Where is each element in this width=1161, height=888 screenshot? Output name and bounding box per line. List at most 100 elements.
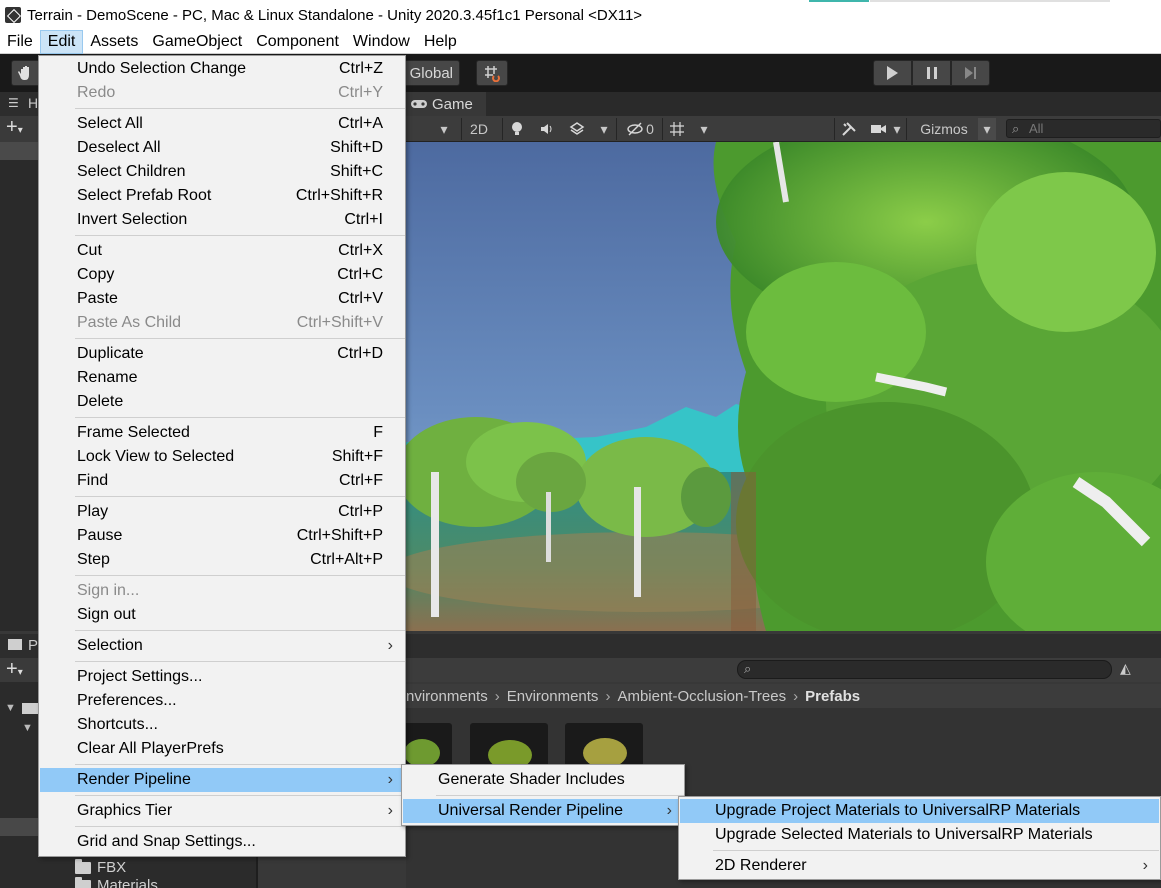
menu-item-duplicate[interactable]: Duplicate Ctrl+D bbox=[40, 342, 404, 366]
unity-logo-icon bbox=[5, 7, 21, 23]
menu-item-2d-renderer[interactable]: 2D Renderer › bbox=[680, 854, 1159, 878]
menu-item-select-children[interactable]: Select Children Shift+C bbox=[40, 160, 404, 184]
menu-separator bbox=[713, 850, 1159, 851]
menu-item-cut[interactable]: Cut Ctrl+X bbox=[40, 239, 404, 263]
grid-toggle[interactable] bbox=[666, 118, 688, 140]
menu-help[interactable]: Help bbox=[417, 30, 464, 54]
menu-item-frame-selected[interactable]: Frame Selected F bbox=[40, 421, 404, 445]
hierarchy-tab[interactable]: ☰ H bbox=[0, 92, 40, 116]
submenu-arrow-icon: › bbox=[666, 802, 672, 819]
game-viewport[interactable] bbox=[406, 142, 1161, 631]
urp-submenu: Upgrade Project Materials to UniversalRP… bbox=[678, 796, 1161, 880]
menu-window[interactable]: Window bbox=[346, 30, 417, 54]
menu-item-select-all[interactable]: Select All Ctrl+A bbox=[40, 112, 404, 136]
submenu-arrow-icon: › bbox=[1142, 857, 1148, 874]
folder-item-fbx[interactable]: FBX bbox=[75, 858, 127, 876]
pause-button[interactable] bbox=[912, 60, 951, 86]
audio-toggle[interactable] bbox=[536, 118, 558, 140]
2d-mode-toggle[interactable]: 2D bbox=[464, 118, 494, 140]
pivot-global-toggle[interactable]: Global bbox=[400, 60, 460, 86]
folder-label: FBX bbox=[97, 859, 127, 876]
menu-separator bbox=[75, 417, 405, 418]
menu-item-generate-shader-includes[interactable]: Generate Shader Includes bbox=[403, 768, 683, 792]
folder-tab-icon bbox=[8, 639, 22, 650]
gizmos-toggle[interactable]: Gizmos bbox=[910, 118, 978, 140]
step-button[interactable] bbox=[951, 60, 990, 86]
menu-edit[interactable]: Edit bbox=[39, 29, 84, 54]
project-add-button[interactable]: +▾ bbox=[0, 658, 40, 682]
effects-dropdown-arrow-icon[interactable]: ▾ bbox=[596, 118, 612, 140]
menu-item-rename[interactable]: Rename bbox=[40, 366, 404, 390]
camera-dropdown-arrow-icon[interactable]: ▾ bbox=[890, 118, 904, 140]
menu-item-upgrade-project-materials[interactable]: Upgrade Project Materials to UniversalRP… bbox=[680, 799, 1159, 823]
folder-item-materials[interactable]: Materials bbox=[75, 876, 158, 888]
unity-editor-window: Terrain - DemoScene - PC, Mac & Linux St… bbox=[0, 0, 1161, 888]
effects-toggle[interactable] bbox=[566, 118, 588, 140]
tree-expand-icon[interactable]: ▼ bbox=[5, 702, 16, 714]
tools-button[interactable] bbox=[838, 118, 860, 140]
search-icon: ⌕ bbox=[1012, 121, 1020, 136]
asset-label-filter-icon[interactable]: ◭ bbox=[1120, 660, 1140, 680]
menu-item-deselect-all[interactable]: Deselect All Shift+D bbox=[40, 136, 404, 160]
scene-visibility-toggle[interactable]: 0 bbox=[620, 118, 660, 140]
menu-assets[interactable]: Assets bbox=[83, 30, 145, 54]
play-icon bbox=[887, 66, 898, 80]
menu-item-clear-playerprefs[interactable]: Clear All PlayerPrefs bbox=[40, 737, 404, 761]
menu-item-sign-out[interactable]: Sign out bbox=[40, 603, 404, 627]
breadcrumb-item[interactable]: Environments bbox=[396, 688, 488, 705]
menu-separator bbox=[75, 764, 405, 765]
menu-item-project-settings[interactable]: Project Settings... bbox=[40, 665, 404, 689]
breadcrumb-item[interactable]: Environments bbox=[507, 688, 599, 705]
project-tab-label[interactable]: P bbox=[28, 637, 38, 654]
menu-separator bbox=[75, 235, 405, 236]
submenu-arrow-icon: › bbox=[387, 771, 393, 788]
menu-item-invert-selection[interactable]: Invert Selection Ctrl+I bbox=[40, 208, 404, 232]
menu-item-find[interactable]: Find Ctrl+F bbox=[40, 469, 404, 493]
grid-dropdown-arrow-icon[interactable]: ▾ bbox=[696, 118, 712, 140]
game-search-input[interactable]: ⌕ All bbox=[1006, 119, 1161, 138]
menu-separator bbox=[75, 795, 405, 796]
lighting-toggle[interactable] bbox=[506, 118, 528, 140]
menu-item-upgrade-selected-materials[interactable]: Upgrade Selected Materials to UniversalR… bbox=[680, 823, 1159, 847]
grid-snap-button[interactable] bbox=[476, 60, 508, 86]
folder-label: Materials bbox=[97, 877, 158, 888]
menu-item-universal-render-pipeline[interactable]: Universal Render Pipeline › bbox=[403, 799, 683, 823]
menu-item-redo[interactable]: Redo Ctrl+Y bbox=[40, 81, 404, 105]
menu-file[interactable]: File bbox=[0, 30, 40, 54]
menu-item-paste[interactable]: Paste Ctrl+V bbox=[40, 287, 404, 311]
gizmos-dropdown-arrow-icon[interactable]: ▾ bbox=[978, 118, 996, 140]
menu-item-sign-in[interactable]: Sign in... bbox=[40, 579, 404, 603]
hand-tool-button[interactable] bbox=[11, 60, 41, 86]
menu-item-selection[interactable]: Selection › bbox=[40, 634, 404, 658]
breadcrumb-item[interactable]: Ambient-Occlusion-Trees bbox=[617, 688, 786, 705]
title-bar: Terrain - DemoScene - PC, Mac & Linux St… bbox=[0, 0, 1161, 30]
menu-separator bbox=[75, 496, 405, 497]
menu-item-play[interactable]: Play Ctrl+P bbox=[40, 500, 404, 524]
menu-item-select-prefab-root[interactable]: Select Prefab Root Ctrl+Shift+R bbox=[40, 184, 404, 208]
camera-icon bbox=[871, 125, 886, 133]
menu-gameobject[interactable]: GameObject bbox=[145, 30, 249, 54]
breadcrumb: Environments › Environments › Ambient-Oc… bbox=[396, 684, 1161, 708]
display-dropdown-arrow-icon[interactable]: ▾ bbox=[436, 118, 452, 140]
menu-item-pause[interactable]: Pause Ctrl+Shift+P bbox=[40, 524, 404, 548]
hierarchy-add-button[interactable]: +▾ bbox=[0, 116, 40, 142]
menu-item-graphics-tier[interactable]: Graphics Tier › bbox=[40, 799, 404, 823]
menu-item-grid-snap-settings[interactable]: Grid and Snap Settings... bbox=[40, 830, 404, 854]
play-button[interactable] bbox=[873, 60, 912, 86]
menu-item-paste-as-child[interactable]: Paste As Child Ctrl+Shift+V bbox=[40, 311, 404, 335]
menu-item-delete[interactable]: Delete bbox=[40, 390, 404, 414]
menu-item-render-pipeline[interactable]: Render Pipeline › bbox=[40, 768, 404, 792]
menu-component[interactable]: Component bbox=[249, 30, 346, 54]
menu-item-copy[interactable]: Copy Ctrl+C bbox=[40, 263, 404, 287]
menu-item-step[interactable]: Step Ctrl+Alt+P bbox=[40, 548, 404, 572]
project-search-input[interactable]: ⌕ bbox=[737, 660, 1112, 679]
camera-button[interactable] bbox=[868, 118, 890, 140]
menu-item-lock-view[interactable]: Lock View to Selected Shift+F bbox=[40, 445, 404, 469]
menu-item-shortcuts[interactable]: Shortcuts... bbox=[40, 713, 404, 737]
menu-item-preferences[interactable]: Preferences... bbox=[40, 689, 404, 713]
menu-item-undo[interactable]: Undo Selection Change Ctrl+Z bbox=[40, 57, 404, 81]
game-tab[interactable]: Game bbox=[406, 92, 486, 116]
hierarchy-scene-row[interactable] bbox=[0, 142, 40, 160]
breadcrumb-current[interactable]: Prefabs bbox=[805, 688, 860, 705]
tree-expand-icon[interactable]: ▼ bbox=[22, 722, 33, 734]
